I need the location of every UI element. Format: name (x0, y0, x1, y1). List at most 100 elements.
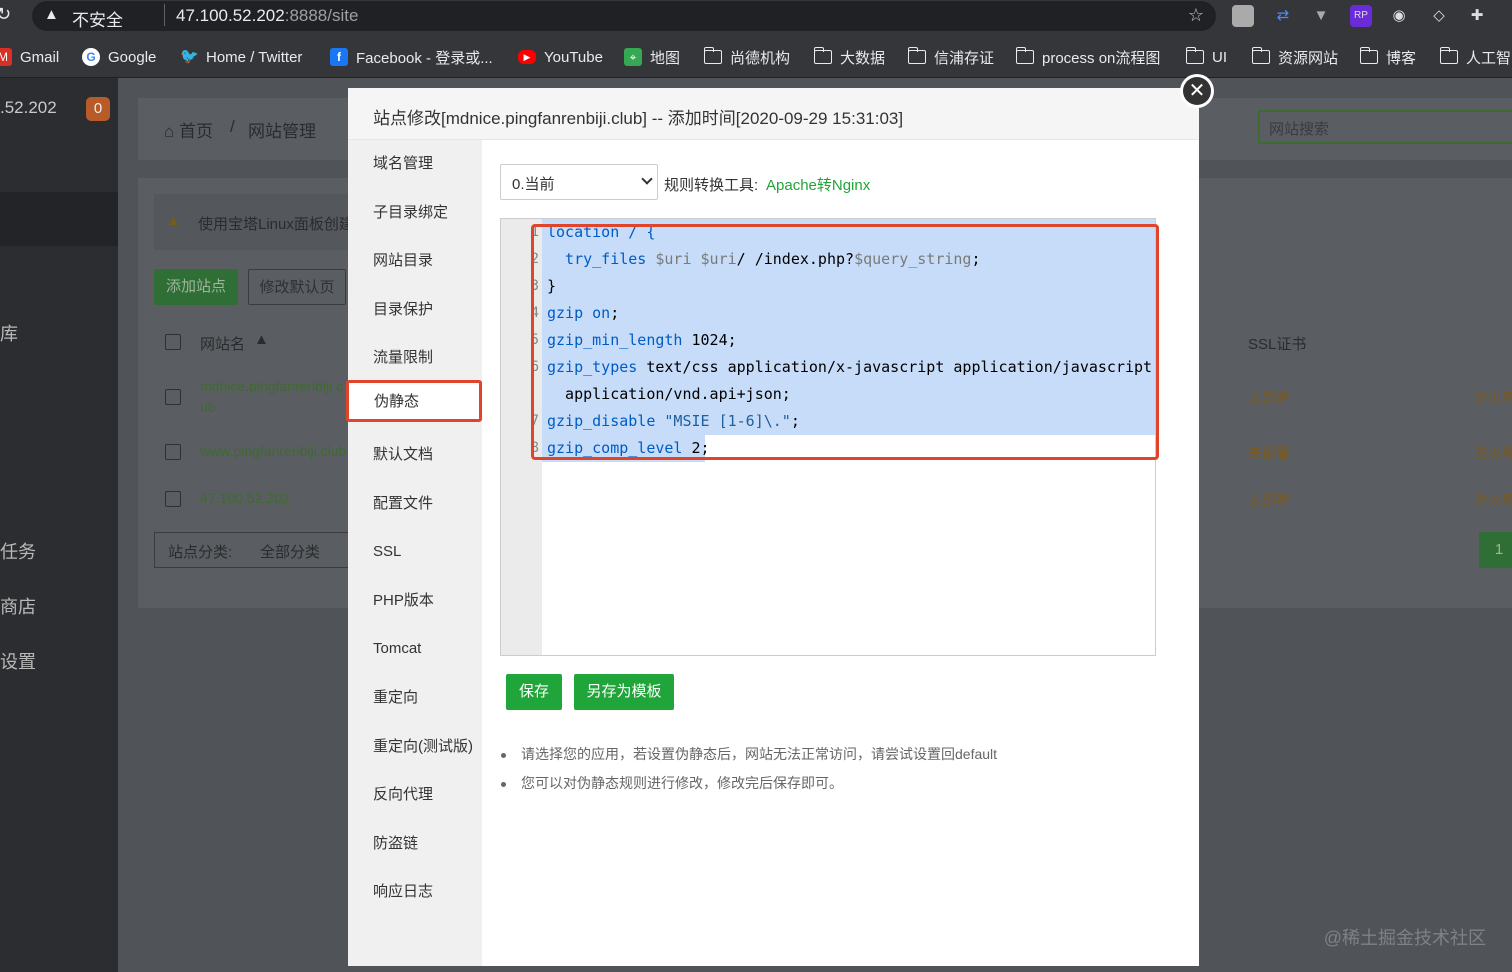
rewrite-code-editor[interactable]: 1 2 3 4 5 6 7 8 location / { try_files $… (500, 218, 1156, 656)
row-checkbox[interactable] (165, 444, 181, 460)
version-select-value: 0.当前 (512, 176, 555, 193)
close-icon: ✕ (1183, 77, 1211, 105)
row-checkbox[interactable] (165, 389, 181, 405)
sidebar-item-database[interactable]: 库 (0, 320, 18, 346)
site-search-input[interactable]: 网站搜索 (1258, 110, 1512, 144)
code-line: try_files $uri $uri/ /index.php?$query_s… (547, 250, 981, 268)
sort-up-icon[interactable]: ▲ (254, 331, 269, 348)
sidebar-item-store[interactable]: 商店 (0, 593, 36, 619)
line-number: 1 (530, 224, 539, 240)
line-number: 8 (530, 440, 539, 456)
twitter-icon: 🐦 (180, 48, 199, 65)
select-all-checkbox[interactable] (165, 334, 181, 350)
tab-ssl[interactable]: SSL (348, 531, 482, 573)
site-link[interactable]: www.pingfanrenbiji.club (200, 443, 346, 459)
modal-title: 站点修改[mdnice.pingfanrenbiji.club] -- 添加时间… (348, 88, 1199, 140)
category-value[interactable]: 全部分类 (260, 541, 320, 562)
row-checkbox[interactable] (165, 491, 181, 507)
site-link[interactable]: ub (200, 399, 216, 415)
bookmark-folder[interactable]: 大数据 (813, 46, 885, 68)
tab-default-doc[interactable]: 默认文档 (348, 434, 482, 476)
extension-icon[interactable]: ▼ (1310, 5, 1332, 27)
tip-item: 您可以对伪静态规则进行修改，修改完后保存即可。 (500, 775, 997, 792)
bookmark-folder[interactable]: 信浦存证 (907, 46, 994, 68)
tab-php-version[interactable]: PHP版本 (348, 580, 482, 622)
breadcrumb-home[interactable]: ⌂ 首页 (164, 117, 213, 142)
folder-icon (1015, 47, 1034, 64)
tab-redirect-beta[interactable]: 重定向(测试版) (348, 726, 482, 768)
firewall-link[interactable]: 防火墙 (1474, 388, 1512, 408)
warning-icon: ▲ (166, 212, 181, 229)
folder-icon (907, 47, 926, 64)
reload-icon[interactable]: ↻ (0, 4, 11, 25)
url-text[interactable]: 47.100.52.202:8888/site (176, 6, 358, 26)
extension-icon[interactable]: ⇄ (1272, 5, 1294, 27)
version-select[interactable]: 0.当前 (500, 164, 658, 200)
add-site-button[interactable]: 添加站点 (154, 269, 238, 305)
tab-subdir-binding[interactable]: 子目录绑定 (348, 192, 482, 234)
save-as-template-button[interactable]: 另存为模板 (574, 674, 674, 710)
bookmark-maps[interactable]: ⌖ 地图 (624, 46, 680, 68)
tab-domain[interactable]: 域名管理 (348, 143, 482, 185)
tab-config-file[interactable]: 配置文件 (348, 483, 482, 525)
bookmark-folder[interactable]: process on流程图 (1015, 46, 1160, 68)
tab-dir-protection[interactable]: 目录保护 (348, 289, 482, 331)
tab-tomcat[interactable]: Tomcat (348, 628, 482, 670)
extension-icon[interactable] (1232, 5, 1254, 27)
bookmark-folder[interactable]: 尚德机构 (703, 46, 790, 68)
sidebar-item-settings[interactable]: 设置 (0, 648, 36, 674)
bookmark-star-icon[interactable]: ☆ (1188, 5, 1204, 26)
extension-icon[interactable]: ◉ (1388, 5, 1410, 27)
rule-converter-label: 规则转换工具: (664, 177, 759, 194)
ssl-status[interactable]: 未部署 (1248, 443, 1290, 463)
ssl-status[interactable]: 未部署 (1248, 388, 1290, 408)
tab-traffic-limit[interactable]: 流量限制 (348, 337, 482, 379)
gmail-icon: M (0, 48, 12, 66)
folder-icon (1185, 47, 1204, 64)
omnibox[interactable]: ▲ 不安全 47.100.52.202:8888/site ☆ (32, 1, 1216, 31)
warning-text: 使用宝塔Linux面板创建 (198, 216, 354, 233)
bookmark-google[interactable]: G Google (82, 46, 156, 68)
code-line: location / { (547, 223, 656, 241)
tab-hotlink-protection[interactable]: 防盗链 (348, 823, 482, 865)
bookmark-youtube[interactable]: ▶ YouTube (518, 46, 603, 68)
code-line: gzip_comp_level 2; (547, 439, 710, 457)
edit-default-page-button[interactable]: 修改默认页 (248, 269, 346, 305)
tab-rewrite[interactable]: 伪静态 (346, 380, 482, 422)
bookmark-folder[interactable]: 博客 (1359, 46, 1416, 68)
firewall-link[interactable]: 防火墙 (1474, 443, 1512, 463)
bookmark-twitter[interactable]: 🐦 Home / Twitter (180, 46, 302, 68)
editor-gutter: 1 2 3 4 5 6 7 8 (501, 219, 542, 655)
notification-badge[interactable]: 0 (86, 97, 110, 121)
apache-to-nginx-link[interactable]: Apache转Nginx (766, 174, 870, 195)
tips-list: 请选择您的应用，若设置伪静态后，网站无法正常访问，请尝试设置回default 您… (500, 746, 997, 804)
extension-icon[interactable]: RP (1350, 5, 1372, 27)
address-bar: ↻ ▲ 不安全 47.100.52.202:8888/site ☆ ⇄ ▼ RP… (0, 0, 1512, 34)
puzzle-icon[interactable]: ✚ (1466, 5, 1488, 27)
column-site-name[interactable]: 网站名 (200, 333, 245, 354)
save-button[interactable]: 保存 (506, 674, 562, 710)
ssl-status[interactable]: 未部署 (1248, 490, 1290, 510)
bookmark-folder[interactable]: 人工智 (1439, 46, 1511, 68)
tab-reverse-proxy[interactable]: 反向代理 (348, 774, 482, 816)
tab-site-directory[interactable]: 网站目录 (348, 240, 482, 282)
site-link[interactable]: mdnice.pingfanrenbiji.c (200, 378, 343, 394)
bookmark-folder[interactable]: UI (1185, 46, 1227, 68)
sidebar-item-tasks[interactable]: 任务 (0, 538, 36, 564)
modal-tabs: 域名管理 子目录绑定 网站目录 目录保护 流量限制 伪静态 默认文档 配置文件 … (346, 140, 482, 966)
bookmark-folder[interactable]: 资源网站 (1251, 46, 1338, 68)
insecure-label[interactable]: 不安全 (72, 6, 123, 31)
tab-response-log[interactable]: 响应日志 (348, 871, 482, 913)
bookmark-facebook[interactable]: f Facebook - 登录或... (330, 46, 493, 68)
sidebar-active-item[interactable] (0, 192, 118, 246)
tab-redirect[interactable]: 重定向 (348, 677, 482, 719)
pagination-current[interactable]: 1 (1479, 532, 1512, 568)
column-ssl: SSL证书 (1248, 336, 1307, 353)
site-link[interactable]: 47.100.52.202 (200, 490, 290, 506)
map-icon: ⌖ (624, 48, 642, 66)
close-button[interactable]: ✕ (1180, 74, 1214, 108)
site-edit-modal: 站点修改[mdnice.pingfanrenbiji.club] -- 添加时间… (346, 88, 1199, 966)
extension-icon[interactable]: ◇ (1428, 5, 1450, 27)
bookmark-gmail[interactable]: M Gmail (0, 46, 59, 68)
firewall-link[interactable]: 防火墙 (1474, 490, 1512, 510)
